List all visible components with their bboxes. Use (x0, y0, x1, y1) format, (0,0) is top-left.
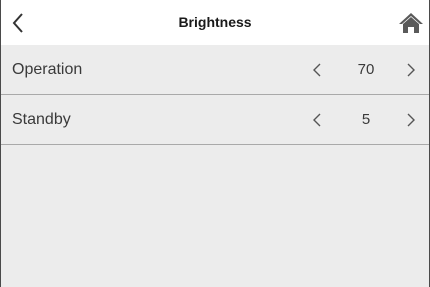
decrease-standby-button[interactable] (304, 107, 330, 133)
decrease-operation-button[interactable] (304, 57, 330, 83)
brightness-screen: Brightness Operation 70 Standby 5 (0, 0, 430, 287)
chevron-right-icon (407, 113, 415, 127)
setting-row-operation: Operation 70 (1, 45, 429, 95)
setting-value: 70 (357, 61, 375, 78)
chevron-right-icon (407, 63, 415, 77)
top-bar: Brightness (1, 0, 429, 45)
page-title: Brightness (178, 14, 252, 30)
setting-value: 5 (361, 111, 371, 128)
chevron-left-icon (313, 113, 321, 127)
chevron-left-icon (313, 63, 321, 77)
home-button[interactable] (397, 10, 425, 36)
setting-label: Standby (12, 111, 71, 128)
increase-operation-button[interactable] (398, 57, 424, 83)
setting-row-standby: Standby 5 (1, 95, 429, 145)
setting-label: Operation (12, 61, 83, 78)
home-icon (399, 13, 423, 33)
increase-standby-button[interactable] (398, 107, 424, 133)
